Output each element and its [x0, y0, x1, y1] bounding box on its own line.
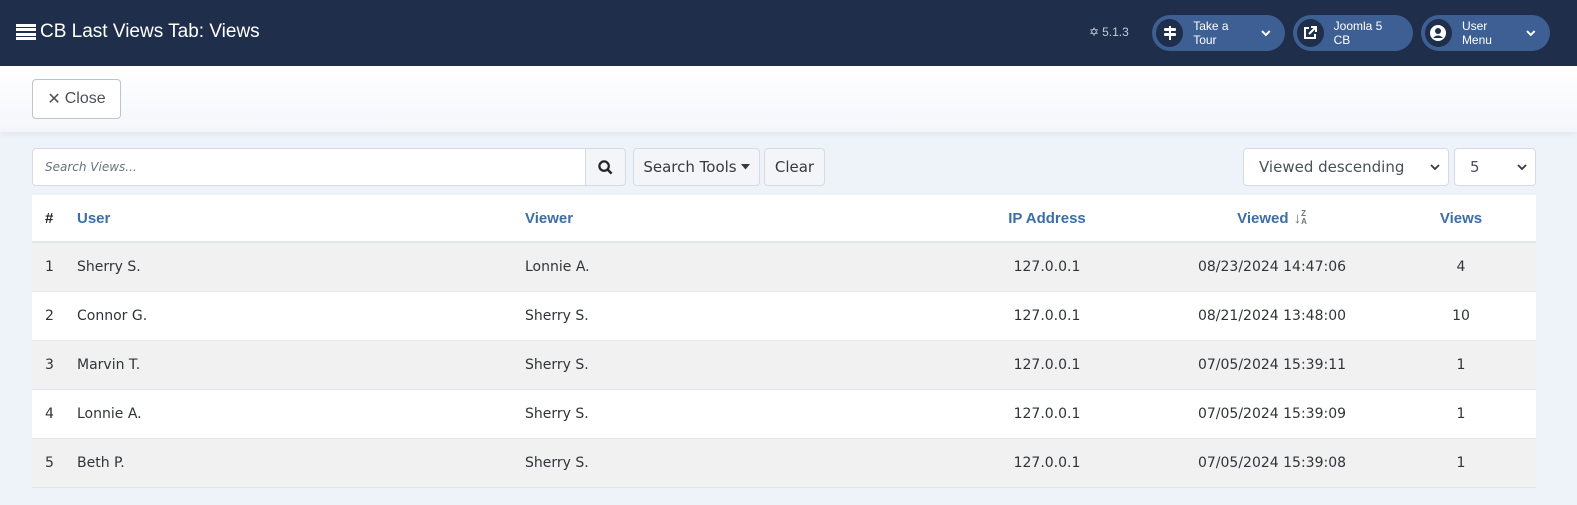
cell-viewed: 07/05/2024 15:39:11 [1197, 357, 1347, 373]
cell-num: 2 [45, 308, 54, 324]
cell-viewer: Sherry S. [525, 308, 589, 324]
joomla-icon: ✡ [1089, 25, 1100, 39]
cell-viewer: Sherry S. [525, 406, 589, 422]
limit-selected-value: 5 [1470, 158, 1480, 176]
cell-num: 5 [45, 455, 54, 471]
cell-ip-address: 127.0.0.1 [1013, 357, 1081, 373]
chevron-down-icon [1430, 164, 1440, 171]
cell-viewer: Sherry S. [525, 455, 589, 471]
cell-ip-address: 127.0.0.1 [1013, 259, 1081, 275]
cell-ip-address: 127.0.0.1 [1013, 308, 1081, 324]
limit-select[interactable]: 5 [1454, 148, 1536, 186]
search-icon [598, 159, 613, 174]
close-button[interactable]: ✕ Close [32, 79, 121, 119]
close-icon: ✕ [47, 91, 61, 108]
cell-viewed: 07/05/2024 15:39:09 [1197, 406, 1347, 422]
cell-user: Marvin T. [77, 357, 141, 373]
page-title-text: CB Last Views Tab: Views [40, 21, 260, 42]
chevron-down-icon [1517, 164, 1527, 171]
cell-num: 4 [45, 406, 54, 422]
take-a-tour-button[interactable]: Take a Tour [1152, 15, 1285, 51]
table-row: 5 Beth P. Sherry S. 127.0.0.1 07/05/2024 15:… [32, 439, 1536, 488]
chevron-down-icon [1526, 30, 1536, 37]
clear-label: Clear [774, 158, 815, 176]
take-a-tour-label: Take a Tour [1193, 19, 1229, 47]
toolbar: ✕ Close [0, 66, 1577, 132]
header-viewed[interactable]: Viewed ↓ Z A [1172, 195, 1372, 241]
list-icon [16, 23, 36, 41]
caret-down-icon [740, 164, 750, 170]
search-input[interactable] [32, 148, 586, 186]
cell-views: 1 [1456, 406, 1466, 422]
table-body: 1 Sherry S. Lonnie A. 127.0.0.1 08/23/2024 1… [32, 243, 1536, 488]
header-viewer[interactable]: Viewer [525, 195, 573, 241]
chevron-down-icon [1261, 30, 1271, 37]
cell-user: Beth P. [77, 455, 125, 471]
cell-num: 3 [45, 357, 54, 373]
clear-button[interactable]: Clear [764, 148, 825, 186]
cell-viewed: 08/21/2024 13:48:00 [1197, 308, 1347, 324]
page-title: CB Last Views Tab: Views [16, 21, 260, 43]
header-num: # [45, 209, 54, 227]
site-link-button[interactable]: Joomla 5 CB [1293, 15, 1413, 51]
search-tools-label: Search Tools [643, 158, 737, 176]
user-menu-label: User Menu [1461, 19, 1492, 47]
external-link-icon [1297, 19, 1324, 47]
header-viewed-label: Viewed [1237, 209, 1289, 227]
cell-views: 1 [1456, 455, 1466, 471]
table-row: 1 Sherry S. Lonnie A. 127.0.0.1 08/23/2024 1… [32, 243, 1536, 292]
cell-views: 10 [1452, 308, 1470, 324]
version-text: 5.1.3 [1102, 25, 1129, 39]
table-row: 3 Marvin T. Sherry S. 127.0.0.1 07/05/2024 1… [32, 341, 1536, 390]
table-row: 2 Connor G. Sherry S. 127.0.0.1 08/21/2024 1… [32, 292, 1536, 341]
signpost-icon [1156, 19, 1184, 47]
cell-user: Sherry S. [77, 259, 141, 275]
ordering-select[interactable]: Viewed descending [1243, 148, 1449, 186]
cell-viewed: 08/23/2024 14:47:06 [1197, 259, 1347, 275]
cell-viewer: Sherry S. [525, 357, 589, 373]
cell-num: 1 [45, 259, 54, 275]
cell-user: Connor G. [77, 308, 148, 324]
user-circle-icon [1425, 19, 1452, 47]
site-link-label: Joomla 5 CB [1333, 19, 1383, 47]
table-header: # User Viewer IP Address Viewed ↓ Z A View… [32, 195, 1536, 243]
header-ip-address[interactable]: IP Address [982, 195, 1112, 241]
search-button[interactable] [585, 148, 626, 186]
cell-viewed: 07/05/2024 15:39:08 [1197, 455, 1347, 471]
sort-descending-icon: ↓ Z A [1293, 209, 1307, 227]
table-row: 4 Lonnie A. Sherry S. 127.0.0.1 07/05/2024 1… [32, 390, 1536, 439]
cell-viewer: Lonnie A. [525, 259, 590, 275]
search-tools-button[interactable]: Search Tools [633, 148, 760, 186]
app-header: CB Last Views Tab: Views ✡ 5.1.3 Take a … [0, 0, 1577, 66]
cell-ip-address: 127.0.0.1 [1013, 455, 1081, 471]
user-menu-button[interactable]: User Menu [1421, 15, 1550, 51]
cell-views: 1 [1456, 357, 1466, 373]
close-label: Close [64, 90, 106, 107]
views-table: # User Viewer IP Address Viewed ↓ Z A View… [32, 195, 1536, 488]
header-views[interactable]: Views [1412, 195, 1510, 241]
header-user[interactable]: User [77, 195, 110, 241]
cell-views: 4 [1456, 259, 1466, 275]
cell-user: Lonnie A. [77, 406, 142, 422]
cell-ip-address: 127.0.0.1 [1013, 406, 1081, 422]
ordering-selected-value: Viewed descending [1259, 158, 1405, 176]
joomla-version: ✡ 5.1.3 [1089, 25, 1129, 39]
